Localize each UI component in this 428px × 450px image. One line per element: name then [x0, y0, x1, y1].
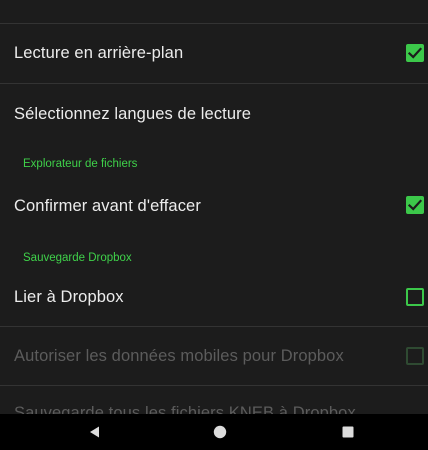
nav-home-button[interactable]: [190, 414, 250, 450]
setting-label: Sélectionnez langues de lecture: [14, 105, 252, 123]
setting-reading-languages[interactable]: Sélectionnez langues de lecture: [0, 84, 428, 146]
home-circle-icon: [213, 425, 227, 439]
settings-screen: Lecture en arrière-plan Sélectionnez lan…: [0, 0, 428, 414]
setting-background-playback[interactable]: Lecture en arrière-plan: [0, 24, 428, 83]
nav-recents-button[interactable]: [318, 414, 378, 450]
section-header-file-explorer: Explorateur de fichiers: [23, 158, 138, 170]
link-dropbox-checkbox[interactable]: [406, 288, 424, 306]
back-triangle-icon: [90, 426, 99, 438]
setting-label: Lier à Dropbox: [14, 288, 124, 306]
setting-backup-all-to-dropbox: Sauvegarde tous les fichiers KNEB à Drop…: [0, 386, 428, 414]
mobile-data-dropbox-checkbox: [406, 347, 424, 365]
section-header-dropbox-backup: Sauvegarde Dropbox: [23, 252, 132, 264]
background-playback-checkbox[interactable]: [406, 44, 424, 62]
setting-label: Confirmer avant d'effacer: [14, 197, 201, 215]
setting-label: Autoriser les données mobiles pour Dropb…: [14, 347, 344, 365]
nav-back-button[interactable]: [65, 414, 125, 450]
navigation-bar: [0, 414, 428, 450]
setting-label: Lecture en arrière-plan: [14, 44, 184, 62]
checkmark-icon: [407, 47, 423, 59]
checkmark-icon: [407, 199, 423, 211]
setting-confirm-delete[interactable]: Confirmer avant d'effacer: [0, 180, 428, 232]
confirm-delete-checkbox[interactable]: [406, 196, 424, 214]
setting-mobile-data-dropbox: Autoriser les données mobiles pour Dropb…: [0, 327, 428, 385]
setting-label: Sauvegarde tous les fichiers KNEB à Drop…: [14, 404, 356, 414]
recents-square-icon: [342, 426, 354, 438]
setting-link-dropbox[interactable]: Lier à Dropbox: [0, 272, 428, 326]
